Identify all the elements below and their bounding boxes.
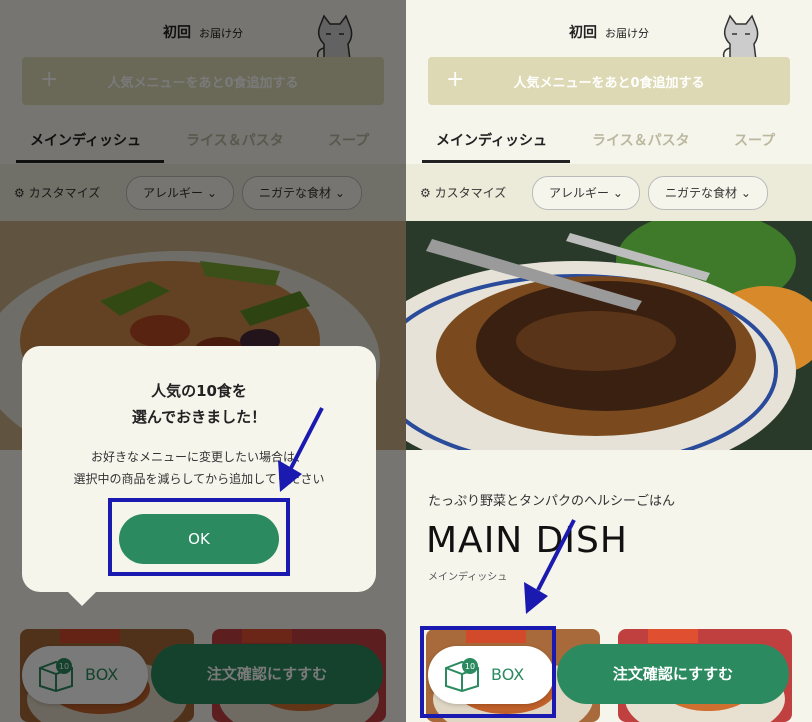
- annotation-arrow-icon: [524, 519, 576, 614]
- annotation-arrow-icon: [278, 407, 324, 492]
- left-screen: 初回お届け分 + 人気メニューをあと0食追加する メインディッシュ ライス＆パス…: [0, 0, 406, 722]
- right-screen: 初回 お届け分 + 人気メニューをあと0食追加する メインディッシュ ライス＆パス…: [406, 0, 812, 722]
